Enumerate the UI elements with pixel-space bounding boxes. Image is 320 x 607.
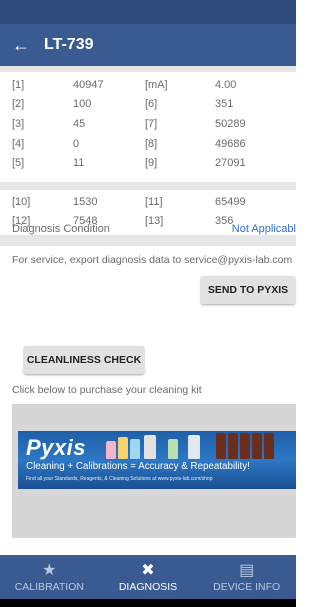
back-arrow-icon[interactable]: ← xyxy=(0,35,36,56)
page-title: LT-739 xyxy=(44,36,94,53)
parameter-key: [9] xyxy=(145,157,158,170)
cleaning-kit-banner[interactable]: Pyxis Cleaning + Calibrations = Accuracy… xyxy=(18,431,296,489)
divider xyxy=(0,240,296,246)
parameter-value: 27091 xyxy=(215,157,246,170)
parameter-row: [10] 1530 [11] 65499 xyxy=(0,192,296,212)
parameter-value: 65499 xyxy=(215,195,246,208)
bottle-icon xyxy=(106,441,116,459)
parameter-value: 50289 xyxy=(215,117,246,130)
nav-diagnosis[interactable]: ✖ DIAGNOSIS xyxy=(99,555,198,599)
parameter-key: [1] xyxy=(12,78,25,91)
parameter-row: [1] 40947 [mA] 4.00 xyxy=(0,75,296,95)
divider xyxy=(0,182,296,190)
ad-container: Pyxis Cleaning + Calibrations = Accuracy… xyxy=(12,404,296,538)
cleanliness-check-button[interactable]: CLEANLINESS CHECK xyxy=(24,346,144,374)
parameter-value: 11 xyxy=(73,157,85,170)
parameter-table-1: [1] 40947 [mA] 4.00 [2] 100 [6] 351 [3] 45 [7] 5028… xyxy=(0,75,296,173)
bottle-icon xyxy=(240,433,250,459)
purchase-text: Click below to purchase your cleaning ki… xyxy=(12,384,202,396)
parameter-value: 351 xyxy=(215,98,234,111)
parameter-key: [10] xyxy=(12,195,31,208)
bottle-icon xyxy=(188,435,200,459)
nav-label: CALIBRATION xyxy=(14,581,84,593)
diagnosis-label: Diagnosis Condition xyxy=(12,223,110,235)
diagnosis-value: Not Applicabl xyxy=(231,223,296,235)
star-icon: ★ xyxy=(42,562,57,579)
parameter-key: [7] xyxy=(145,117,158,130)
parameter-key: [11] xyxy=(145,195,163,208)
parameter-key: [2] xyxy=(12,98,25,111)
parameter-row: [3] 45 [7] 50289 xyxy=(0,114,296,134)
parameter-row: [2] 100 [6] 351 xyxy=(0,95,296,115)
service-text: For service, export diagnosis data to se… xyxy=(12,254,293,266)
parameter-row: [5] 11 [9] 27091 xyxy=(0,153,296,173)
bottle-icon xyxy=(228,433,238,459)
bottle-icon xyxy=(118,437,128,459)
ad-tagline: Cleaning + Calibrations = Accuracy & Rep… xyxy=(26,461,250,472)
bottle-icon xyxy=(168,439,178,459)
send-to-pyxis-button[interactable]: SEND TO PYXIS xyxy=(201,276,295,304)
parameter-key: [8] xyxy=(145,137,158,150)
nav-device-info[interactable]: ▤ DEVICE INFO xyxy=(197,555,296,599)
ad-logo: Pyxis xyxy=(26,435,86,460)
bottle-icon xyxy=(130,439,140,459)
document-icon: ▤ xyxy=(239,562,255,579)
parameter-key: [4] xyxy=(12,137,25,150)
parameter-value: 1530 xyxy=(73,195,98,208)
parameter-value: 40947 xyxy=(73,78,104,91)
ad-shop-text: Find all your Standards, Reagents, & Cle… xyxy=(26,476,213,482)
nav-label: DEVICE INFO xyxy=(213,581,281,593)
divider xyxy=(0,66,296,72)
parameter-key: [6] xyxy=(145,98,158,111)
system-nav-bar xyxy=(0,599,296,607)
status-bar xyxy=(0,0,296,24)
parameter-value: 0 xyxy=(73,137,80,150)
bottle-icon xyxy=(216,433,226,459)
parameter-key: [3] xyxy=(12,117,25,130)
parameter-key: [mA] xyxy=(145,78,168,91)
bottom-navigation: ★ CALIBRATION ✖ DIAGNOSIS ▤ DEVICE INFO xyxy=(0,555,296,599)
diagnosis-row: Diagnosis Condition Not Applicabl xyxy=(0,218,296,240)
parameter-row: [4] 0 [8] 49686 xyxy=(0,134,296,154)
parameter-value: 100 xyxy=(73,98,92,111)
nav-label: DIAGNOSIS xyxy=(118,581,178,593)
bottle-icon xyxy=(144,435,156,459)
tools-icon: ✖ xyxy=(141,562,155,579)
parameter-value: 49686 xyxy=(215,137,246,150)
app-bar: ← LT-739 xyxy=(0,24,296,66)
nav-calibration[interactable]: ★ CALIBRATION xyxy=(0,555,99,599)
bottle-icon xyxy=(252,433,262,459)
parameter-value: 45 xyxy=(73,117,86,130)
bottle-icon xyxy=(264,433,274,459)
parameter-value: 4.00 xyxy=(215,78,237,91)
parameter-key: [5] xyxy=(12,157,25,170)
